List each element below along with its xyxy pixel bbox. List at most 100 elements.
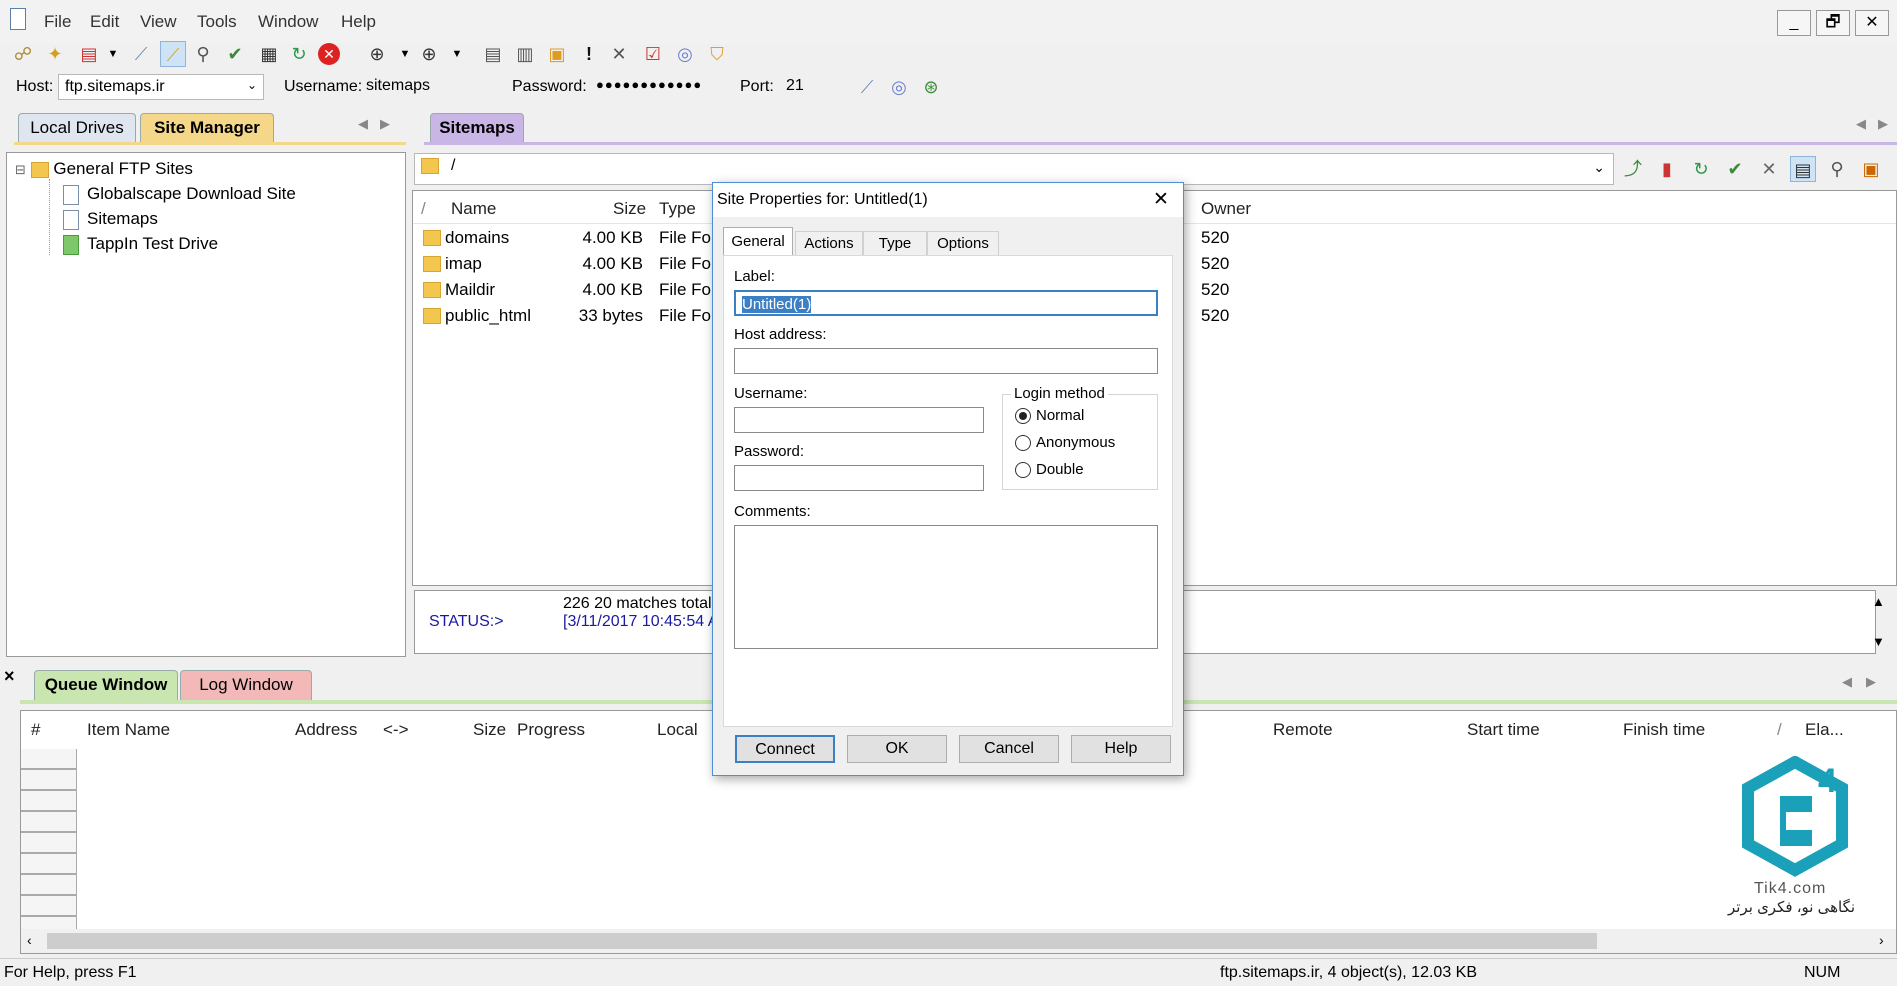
chevron-down-icon[interactable]: ⌄ xyxy=(247,78,257,92)
column-address[interactable]: Address xyxy=(295,720,357,740)
horizontal-scrollbar[interactable]: ‹ › xyxy=(21,929,1896,953)
properties-icon[interactable]: ▣ xyxy=(1858,156,1884,182)
column-size[interactable]: Size xyxy=(613,199,646,219)
scroll-up-icon[interactable]: ▲ xyxy=(1872,594,1885,609)
close-queue-icon[interactable]: × xyxy=(4,666,15,687)
scroll-down-icon[interactable]: ▼ xyxy=(1872,634,1885,649)
connect-go-icon[interactable]: ⟋ xyxy=(854,74,880,100)
stop-icon[interactable]: ✕ xyxy=(318,43,340,65)
column-finish-time[interactable]: Finish time xyxy=(1623,720,1705,740)
chevron-down-icon[interactable]: ⌄ xyxy=(1593,159,1605,176)
tree-item-tappin[interactable]: TappIn Test Drive xyxy=(63,234,218,255)
tab-local-drives[interactable]: Local Drives xyxy=(18,113,136,143)
host-address-input[interactable] xyxy=(734,348,1158,374)
column-local[interactable]: Local xyxy=(657,720,698,740)
binoculars-icon[interactable]: ⚲ xyxy=(190,41,216,67)
ok-button[interactable]: OK xyxy=(847,735,947,763)
bookmark-icon[interactable]: ✔ xyxy=(222,41,248,67)
upload-menu-icon[interactable]: ▼ xyxy=(444,41,470,67)
login-normal[interactable]: Normal xyxy=(1015,407,1084,425)
path-field[interactable]: / ⌄ xyxy=(414,153,1614,185)
globe-icon[interactable]: ◎ xyxy=(886,74,912,100)
host-field[interactable]: ftp.sitemaps.ir ⌄ xyxy=(58,74,264,100)
username-field[interactable]: sitemaps xyxy=(360,74,500,100)
column-remote[interactable]: Remote xyxy=(1273,720,1333,740)
parent-folder-icon[interactable]: ⤴ xyxy=(1620,156,1646,182)
tab-scroll-left-icon[interactable]: ◀ xyxy=(358,116,368,132)
minimize-button[interactable]: _ xyxy=(1777,10,1811,36)
edit-icon[interactable]: ▤ xyxy=(480,41,506,67)
scroll-right-icon[interactable]: › xyxy=(1879,932,1884,948)
refresh-icon[interactable]: ↻ xyxy=(1688,156,1714,182)
shield-icon[interactable]: ⛉ xyxy=(704,41,730,67)
refresh-icon[interactable]: ↻ xyxy=(286,41,312,67)
column-type[interactable]: Type xyxy=(659,199,696,219)
tab-site-manager[interactable]: Site Manager xyxy=(140,113,274,143)
compare-icon[interactable]: ▥ xyxy=(512,41,538,67)
dialog-tab-actions[interactable]: Actions xyxy=(795,231,863,255)
cancel-button[interactable]: Cancel xyxy=(959,735,1059,763)
help-button[interactable]: Help xyxy=(1071,735,1171,763)
tab-queue-window[interactable]: Queue Window xyxy=(34,670,178,700)
password-input[interactable] xyxy=(734,465,984,491)
binoculars-icon[interactable]: ⚲ xyxy=(1824,156,1850,182)
label-input[interactable]: Untitled(1) xyxy=(734,290,1158,316)
url-icon[interactable]: ▦ xyxy=(256,41,282,67)
column-number[interactable]: # xyxy=(31,720,40,740)
dialog-tab-options[interactable]: Options xyxy=(927,231,999,255)
column-size[interactable]: Size xyxy=(473,720,506,740)
menu-edit[interactable]: Edit xyxy=(90,12,119,32)
radio-normal[interactable] xyxy=(1015,408,1031,425)
radio-anonymous[interactable] xyxy=(1015,435,1031,452)
expand-icon[interactable]: ⊟ xyxy=(15,162,26,177)
menu-help[interactable]: Help xyxy=(341,12,376,32)
bookmark-icon[interactable]: ▮ xyxy=(1654,156,1680,182)
radio-double[interactable] xyxy=(1015,462,1031,479)
column-start-time[interactable]: Start time xyxy=(1467,720,1540,740)
restore-button[interactable]: 🗗 xyxy=(1816,10,1850,36)
properties-icon[interactable]: ☑ xyxy=(640,41,666,67)
tab-scroll-right-icon[interactable]: ▶ xyxy=(1878,116,1888,132)
tab-scroll-left-icon[interactable]: ◀ xyxy=(1856,116,1866,132)
globe-icon[interactable]: ◎ xyxy=(672,41,698,67)
quick-connect-icon[interactable]: ✦ xyxy=(42,41,68,67)
download-menu-icon[interactable]: ▼ xyxy=(392,41,418,67)
tab-sitemaps[interactable]: Sitemaps xyxy=(430,113,524,143)
login-double[interactable]: Double xyxy=(1015,461,1084,479)
column-elapsed[interactable]: Ela... xyxy=(1805,720,1844,740)
dialog-tab-type[interactable]: Type xyxy=(863,231,927,255)
tree-root[interactable]: ⊟ General FTP Sites xyxy=(15,159,193,179)
connect-button[interactable]: Connect xyxy=(735,735,835,763)
dialog-tab-general[interactable]: General xyxy=(723,227,793,255)
connect-icon[interactable]: ☍ xyxy=(10,41,36,67)
new-document-icon[interactable]: ▤ xyxy=(76,41,102,67)
tab-log-window[interactable]: Log Window xyxy=(180,670,312,700)
tree-item-sitemaps[interactable]: Sitemaps xyxy=(63,209,158,230)
download-icon[interactable]: ⊕ xyxy=(364,41,390,67)
column-progress[interactable]: Progress xyxy=(517,720,585,740)
column-direction[interactable]: <-> xyxy=(383,720,409,740)
tab-scroll-right-icon[interactable]: ▶ xyxy=(1866,674,1876,690)
filter-icon[interactable]: ✔ xyxy=(1722,156,1748,182)
close-window-button[interactable]: ✕ xyxy=(1855,10,1889,36)
password-field[interactable]: ●●●●●●●●●●●● xyxy=(590,74,720,100)
comments-input[interactable] xyxy=(734,525,1158,649)
username-input[interactable] xyxy=(734,407,984,433)
delete-icon[interactable]: ✕ xyxy=(1756,156,1782,182)
chevron-down-icon[interactable]: ▼ xyxy=(100,41,126,67)
site-manager-icon[interactable]: ⟋ xyxy=(160,41,186,67)
column-name[interactable]: Name xyxy=(451,199,496,219)
menu-tools[interactable]: Tools xyxy=(197,12,237,32)
scrollbar-thumb[interactable] xyxy=(47,933,1597,949)
login-anonymous[interactable]: Anonymous xyxy=(1015,434,1115,452)
menu-view[interactable]: View xyxy=(140,12,177,32)
tab-scroll-right-icon[interactable]: ▶ xyxy=(380,116,390,132)
upload-icon[interactable]: ⊕ xyxy=(416,41,442,67)
tree-item-globalscape[interactable]: Globalscape Download Site xyxy=(63,184,296,205)
column-owner[interactable]: Owner xyxy=(1201,199,1251,219)
add-site-icon[interactable]: ⊛ xyxy=(918,74,944,100)
scroll-left-icon[interactable]: ‹ xyxy=(27,932,32,948)
menu-window[interactable]: Window xyxy=(258,12,318,32)
disconnect-icon[interactable]: ⟋ xyxy=(128,41,154,67)
folder-new-icon[interactable]: ▣ xyxy=(544,41,570,67)
